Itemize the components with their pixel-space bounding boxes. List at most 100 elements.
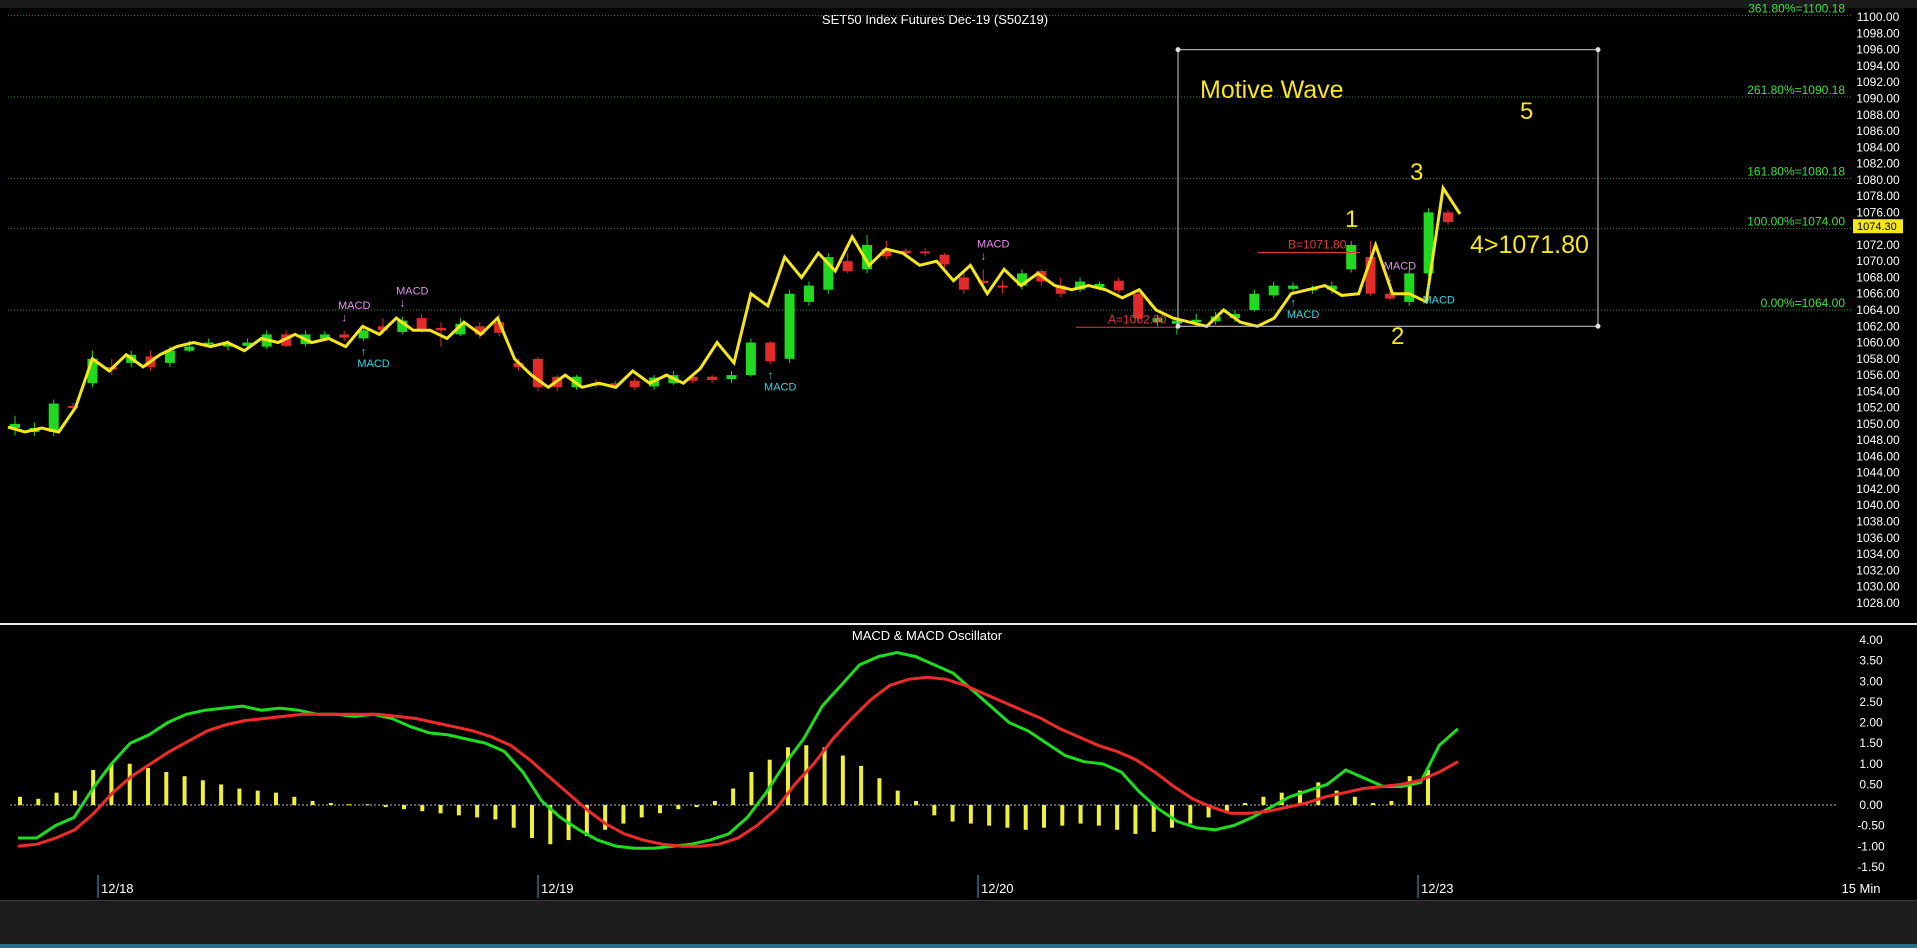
oscillator-bar	[694, 805, 699, 808]
macd-sell-label: MACD	[396, 286, 428, 298]
candle-body	[939, 254, 950, 265]
macd-tick-label: 0.00	[1859, 798, 1883, 812]
candle-body	[958, 277, 969, 290]
price-tick-label: 1034.00	[1856, 547, 1900, 561]
oscillator-bar	[1023, 805, 1028, 830]
macd-buy-arrow: ↑	[767, 370, 773, 382]
price-chart-title: SET50 Index Futures Dec-19 (S50Z19)	[822, 12, 1048, 27]
price-tick-label: 1064.00	[1856, 303, 1900, 317]
wave-4-label: 4>1071.80	[1470, 231, 1589, 259]
candle-body	[726, 375, 737, 380]
macd-buy-arrow: ↑	[1426, 282, 1432, 294]
macd-tick-label: -1.50	[1857, 860, 1885, 874]
oscillator-bar	[292, 796, 297, 806]
macd-tick-label: 3.50	[1859, 654, 1883, 668]
macd-tick-label: -0.50	[1857, 819, 1885, 833]
macd-tick-label: 1.50	[1859, 736, 1883, 750]
fib-level-label: 161.80%=1080.18	[1747, 164, 1845, 178]
candle-body	[997, 285, 1008, 288]
wave-1-label: 1	[1345, 206, 1358, 233]
date-label: 12/18	[101, 881, 134, 896]
macd-buy-arrow: ↑	[1290, 297, 1296, 309]
candle-body	[1404, 273, 1415, 302]
macd-tick-label: -1.00	[1857, 839, 1885, 853]
oscillator-bar	[1151, 805, 1156, 832]
macd-sell-arrow: ↓	[980, 250, 986, 262]
price-axis: 1028.00 1030.00 1032.00 1034.00 1036.00 1038.…	[1856, 10, 1900, 610]
price-tick-label: 1046.00	[1856, 449, 1900, 463]
candle-body	[1346, 244, 1357, 270]
oscillator-bar	[402, 805, 406, 810]
date-axis: 12/18 12/19 12/20 12/23	[97, 875, 1454, 898]
status-footer	[0, 900, 1917, 948]
candle-body	[1113, 280, 1124, 291]
candle-body	[803, 285, 814, 302]
candle-body	[629, 380, 640, 388]
price-panel: SET50 Index Futures Dec-19 (S50Z19) 361.…	[0, 2, 1917, 623]
price-tick-label: 1072.00	[1856, 238, 1900, 252]
motive-wave-label: Motive Wave	[1200, 76, 1344, 104]
oscillator-bar	[968, 805, 973, 824]
candle-body	[436, 327, 447, 331]
candle-body	[707, 376, 718, 380]
macd-sell-arrow: ↓	[400, 298, 406, 310]
price-tick-label: 1080.00	[1856, 173, 1900, 187]
oscillator-bar	[328, 802, 333, 806]
candle-body	[339, 334, 350, 338]
price-tick-label: 1044.00	[1856, 466, 1900, 480]
price-tick-label: 1088.00	[1856, 108, 1900, 122]
macd-buy-label: MACD	[764, 382, 796, 394]
box-handle	[1595, 47, 1601, 53]
oscillator-bar	[859, 765, 864, 806]
oscillator-bar	[731, 788, 736, 806]
oscillator-bar	[511, 805, 516, 828]
price-tick-label: 1036.00	[1856, 531, 1900, 545]
price-tick-label: 1094.00	[1856, 59, 1900, 73]
macd-tick-label: 2.00	[1859, 716, 1883, 730]
price-tick-label: 1052.00	[1856, 401, 1900, 415]
price-tick-label: 1082.00	[1856, 157, 1900, 171]
oscillator-bar	[200, 780, 205, 806]
macd-panel: MACD & MACD Oscillator 4.00 3.50 3.00 2.50 2…	[10, 628, 1885, 898]
fib-level-label: 100.00%=1074.00	[1747, 215, 1845, 229]
oscillator-bar	[274, 792, 278, 806]
price-tick-label: 1058.00	[1856, 352, 1900, 366]
price-tick-label: 1078.00	[1856, 189, 1900, 203]
oscillator-bar	[438, 805, 443, 814]
price-tick-label: 1040.00	[1856, 498, 1900, 512]
candle-body	[920, 251, 931, 254]
price-tick-label: 1062.00	[1856, 319, 1900, 333]
oscillator-bar	[840, 755, 845, 806]
candle-body	[184, 346, 195, 351]
oscillator-bar	[109, 763, 114, 806]
oscillator-bar	[932, 805, 937, 816]
oscillator-bar	[420, 805, 425, 812]
macd-buy-label: MACD	[357, 358, 389, 370]
price-tick-label: 1068.00	[1856, 270, 1900, 284]
oscillator-bar	[1407, 776, 1412, 806]
date-label: 12/19	[541, 881, 574, 896]
price-tick-label: 1066.00	[1856, 287, 1900, 301]
current-price-value: 1074.30	[1857, 221, 1897, 233]
oscillator-bar	[1060, 805, 1065, 826]
oscillator-bar	[36, 798, 41, 806]
macd-sell-arrow: ↓	[341, 312, 347, 324]
oscillator-bar	[475, 805, 480, 818]
oscillator-bar	[365, 804, 370, 806]
macd-sell-arrow: ↓	[1387, 272, 1393, 284]
macd-tick-label: 1.00	[1859, 757, 1883, 771]
oscillator-bar	[1005, 805, 1010, 828]
box-handle	[1175, 323, 1181, 329]
oscillator-bar	[255, 790, 260, 806]
oscillator-bar	[1096, 805, 1101, 826]
candle-body	[416, 318, 427, 331]
oscillator-bar	[347, 804, 352, 806]
oscillator-bar	[493, 805, 498, 820]
oscillator-bar	[1115, 805, 1120, 830]
oscillator-bar	[1133, 805, 1138, 834]
macd-tick-label: 0.50	[1859, 777, 1883, 791]
oscillator-bar	[1042, 805, 1046, 828]
macd-tick-label: 3.00	[1859, 674, 1883, 688]
price-tick-label: 1076.00	[1856, 205, 1900, 219]
macd-axis: 4.00 3.50 3.00 2.50 2.00 1.50 1.00 0.50 0.00 -0.5…	[1857, 633, 1885, 874]
